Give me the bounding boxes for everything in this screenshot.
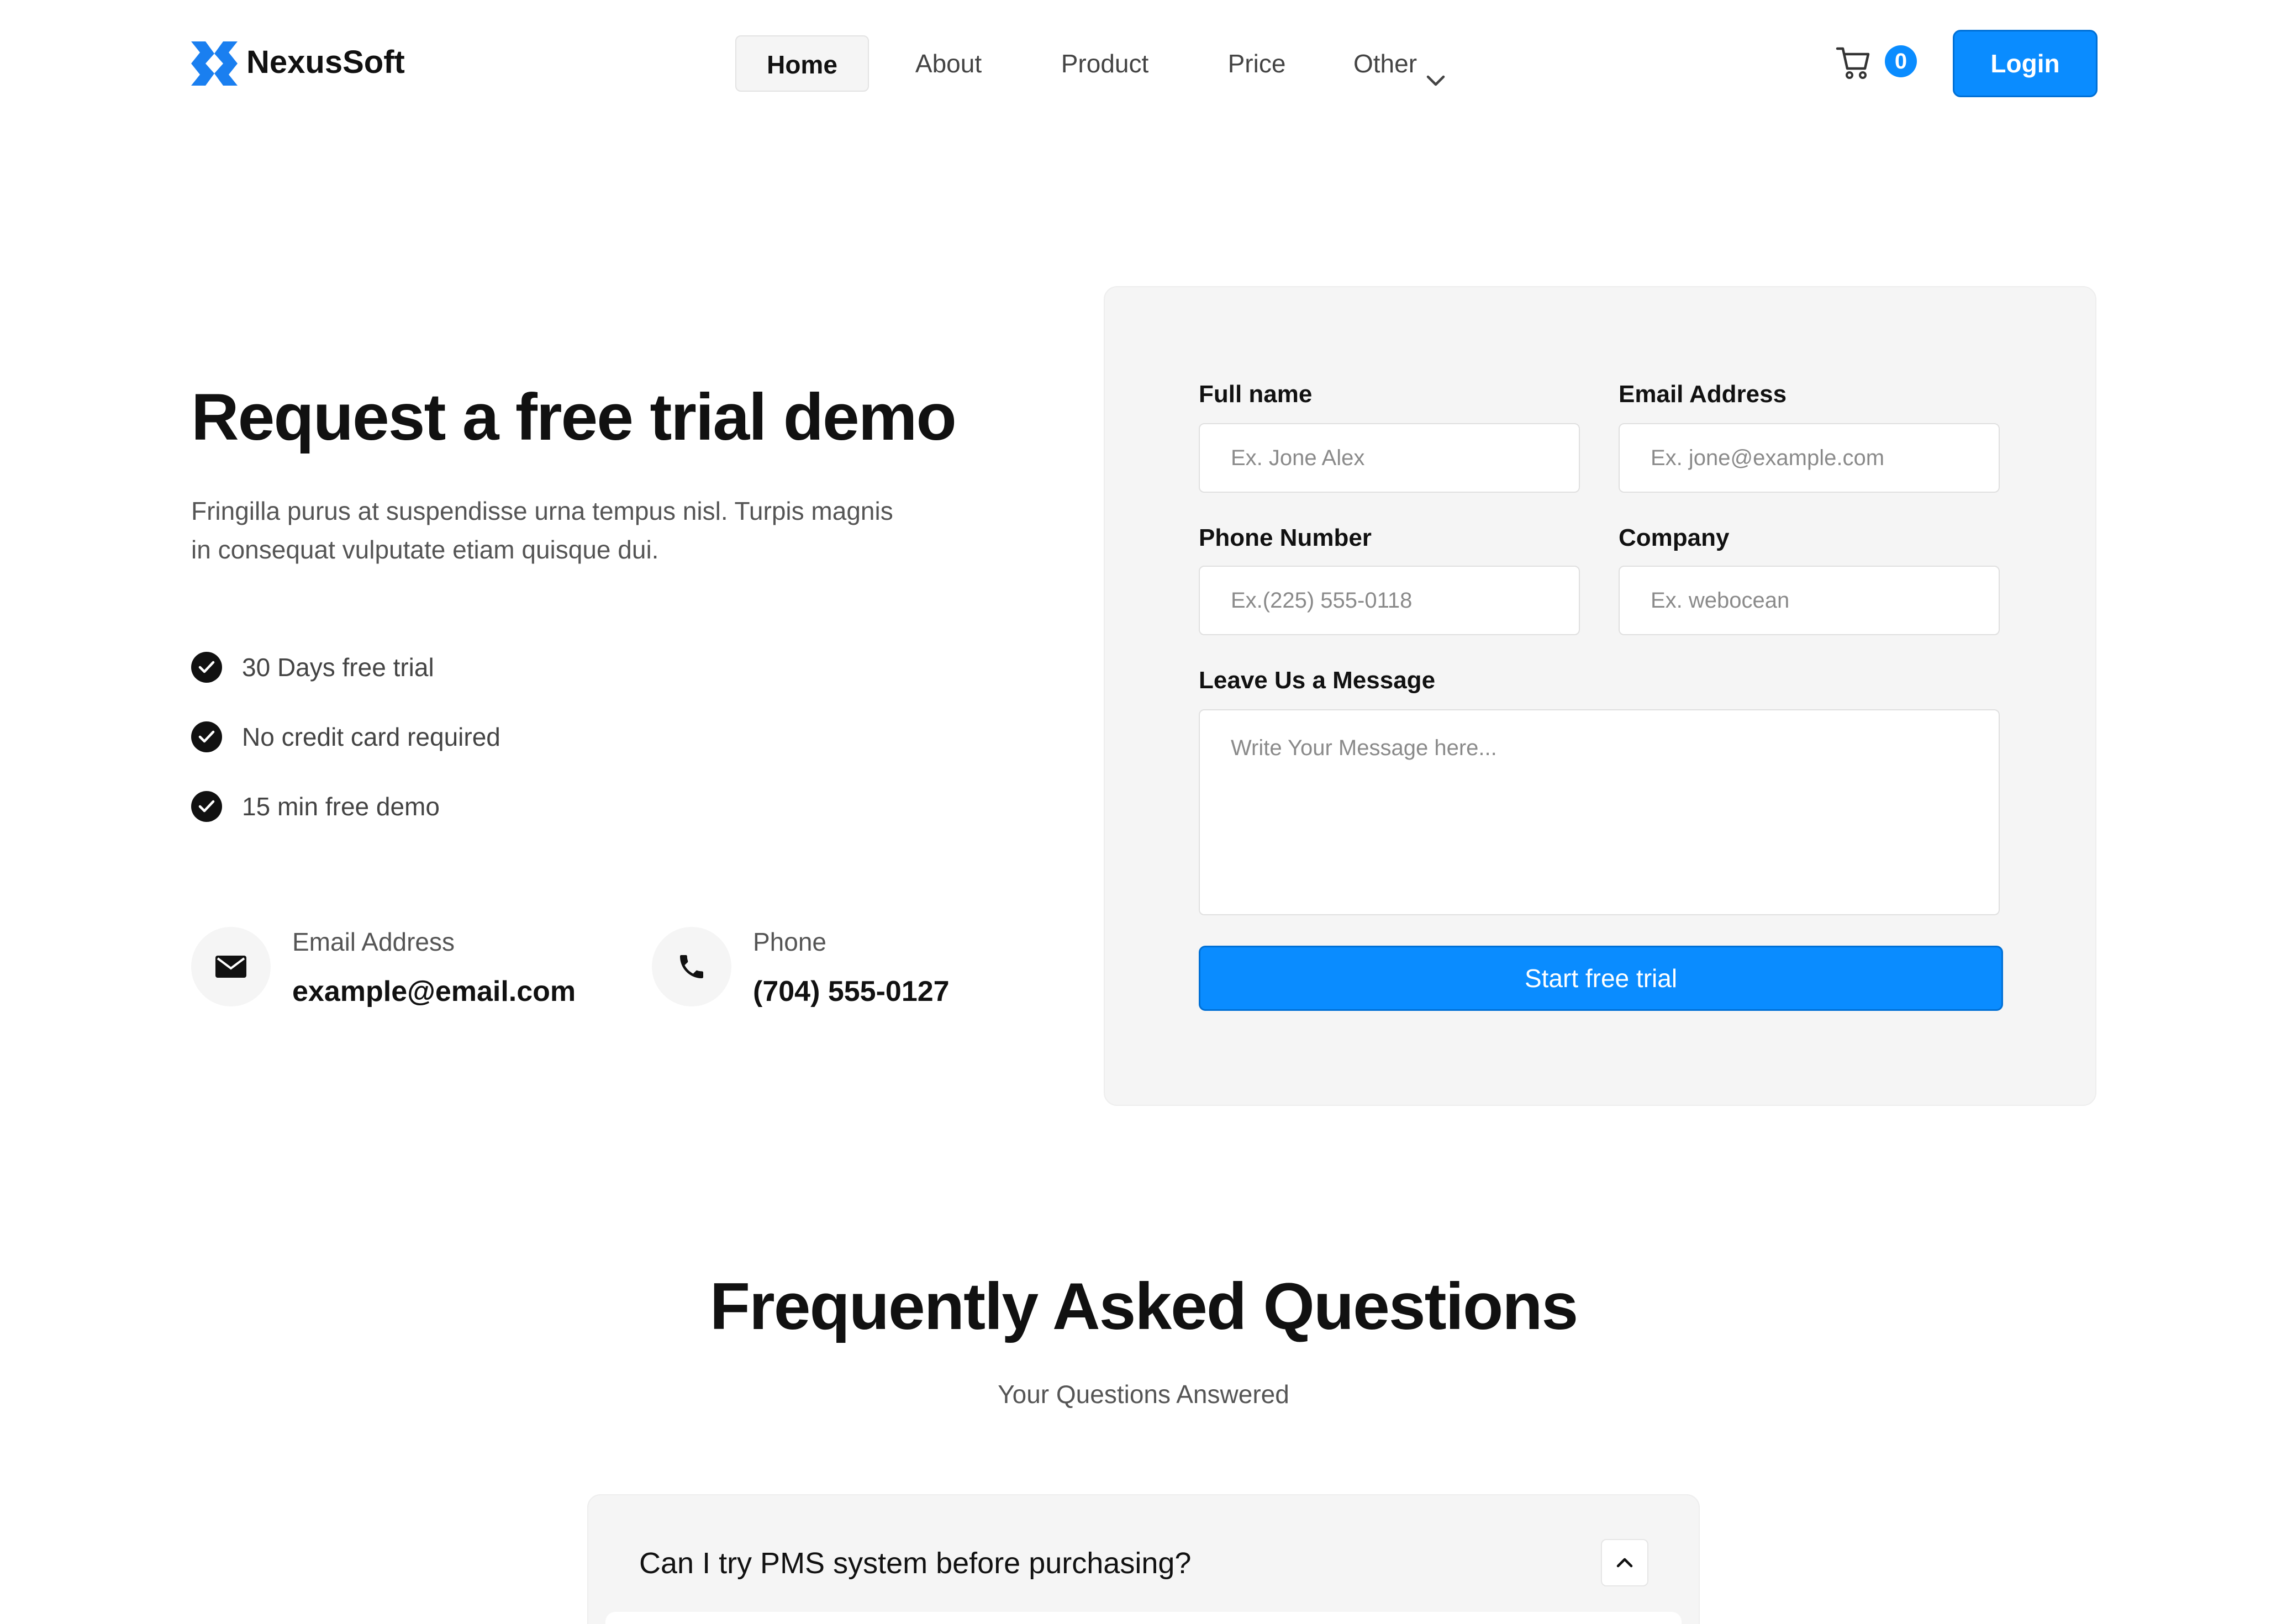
faq-question[interactable]: Can I try PMS system before purchasing?	[639, 1544, 1191, 1583]
chevron-down-icon	[1425, 55, 1447, 86]
nav-item-other[interactable]: Other	[1353, 35, 1486, 92]
nav-item-other-label: Other	[1353, 49, 1417, 78]
check-circle-icon	[191, 791, 222, 822]
message-field[interactable]	[1199, 709, 2000, 915]
login-button[interactable]: Login	[1953, 30, 2098, 97]
phone-number-label: Phone Number	[1199, 524, 1372, 551]
faq-title: Frequently Asked Questions	[709, 1269, 1579, 1343]
full-name-label: Full name	[1199, 381, 1313, 408]
check-circle-icon	[191, 721, 222, 752]
start-free-trial-button[interactable]: Start free trial	[1199, 946, 2003, 1011]
envelope-icon	[191, 927, 271, 1006]
nav-item-product[interactable]: Product	[1044, 35, 1166, 92]
message-label: Leave Us a Message	[1199, 667, 1436, 694]
faq-answer-panel	[605, 1612, 1682, 1624]
cart-count-badge: 0	[1885, 45, 1917, 77]
cart-icon[interactable]	[1835, 44, 1872, 81]
email-contact-value[interactable]: example@email.com	[292, 973, 576, 1010]
email-field[interactable]	[1619, 423, 2000, 493]
nav-item-price[interactable]: Price	[1215, 35, 1298, 92]
email-contact-label: Email Address	[292, 927, 455, 956]
phone-icon	[652, 927, 731, 1006]
hero-title: Request a free trial demo	[191, 380, 957, 454]
faq-subtitle: Your Questions Answered	[998, 1380, 1289, 1409]
check-circle-icon	[191, 652, 222, 683]
brand-name[interactable]: NexusSoft	[246, 43, 405, 82]
phone-number-field[interactable]	[1199, 566, 1580, 635]
phone-contact-value[interactable]: (704) 555-0127	[753, 973, 950, 1010]
nav-item-home[interactable]: Home	[735, 35, 869, 92]
email-label: Email Address	[1619, 381, 1787, 408]
feature-text: 30 Days free trial	[242, 653, 434, 682]
company-field[interactable]	[1619, 566, 2000, 635]
chevron-up-icon[interactable]	[1601, 1539, 1648, 1586]
hero-subtitle: Fringilla purus at suspendisse urna temp…	[191, 497, 893, 564]
nav-item-about[interactable]: About	[902, 35, 995, 92]
company-label: Company	[1619, 524, 1730, 551]
nexussoft-logo-icon[interactable]	[191, 41, 238, 86]
feature-text: No credit card required	[242, 723, 500, 751]
full-name-field[interactable]	[1199, 423, 1580, 493]
phone-contact-label: Phone	[753, 927, 827, 956]
feature-text: 15 min free demo	[242, 792, 440, 821]
